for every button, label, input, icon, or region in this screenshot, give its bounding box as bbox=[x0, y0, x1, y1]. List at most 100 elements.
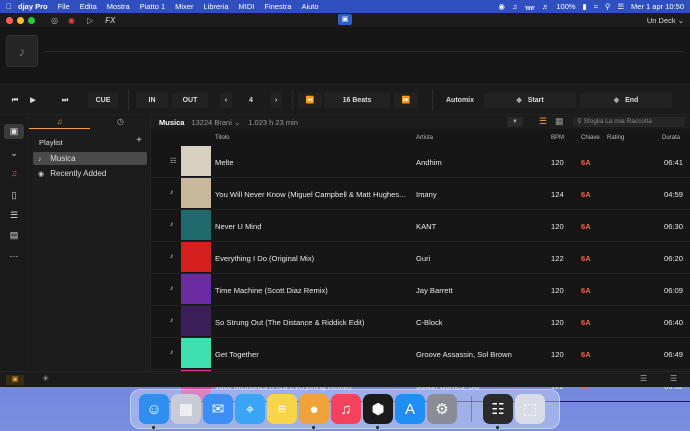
track-duration: 06:41 bbox=[664, 158, 684, 167]
column-artist[interactable]: Artista bbox=[416, 135, 433, 141]
finder-icon[interactable]: ☺ bbox=[139, 394, 169, 424]
logic-icon[interactable]: ⬢ bbox=[363, 394, 393, 424]
previous-track-icon[interactable]: ⏮ bbox=[8, 93, 22, 108]
battery-icon[interactable]: ▮ bbox=[583, 2, 587, 11]
grid-view-icon[interactable]: ▦ bbox=[555, 116, 564, 127]
cue-mix-icon[interactable]: ▷ bbox=[87, 16, 93, 25]
playlist-tabs: ♫ ◷ bbox=[29, 115, 151, 129]
track-row[interactable]: ♪ Time Machine (Scott Diaz Remix) Jay Barr… bbox=[151, 274, 690, 306]
trash-icon[interactable]: ⬚ bbox=[515, 394, 545, 424]
automix-start-button[interactable]: ◆ Start bbox=[484, 93, 576, 108]
column-key[interactable]: Chiave bbox=[581, 135, 600, 141]
zoom-window-button[interactable] bbox=[28, 16, 35, 24]
mixer-settings-icon[interactable]: ☰ bbox=[640, 374, 647, 383]
bottom-bar: ▣ ☀ ☰ ☰ bbox=[0, 371, 690, 387]
record-icon[interactable]: ◉ bbox=[68, 16, 75, 25]
screen-record-icon[interactable]: ◉ bbox=[498, 2, 505, 11]
document-preview-icon[interactable]: ☷ bbox=[483, 394, 513, 424]
apple-menu-icon[interactable]:  bbox=[6, 2, 18, 11]
track-title: Everything I Do (Original Mix) bbox=[215, 254, 315, 263]
collapse-icon[interactable]: ⌄ bbox=[4, 146, 24, 161]
mail-icon[interactable]: ✉ bbox=[203, 394, 233, 424]
add-playlist-button[interactable]: + bbox=[136, 135, 142, 146]
track-row[interactable]: ♪ So Strung Out (The Distance & Riddick E… bbox=[151, 306, 690, 338]
menu-item-mixer[interactable]: Mixer bbox=[175, 2, 193, 11]
tab-playlists-icon[interactable]: ♫ bbox=[29, 115, 90, 129]
cue-button[interactable]: CUE bbox=[88, 93, 118, 108]
track-row[interactable]: ♪ Never U Mind KANT 120 6A 06:30 bbox=[151, 210, 690, 242]
stack-icon[interactable]: ☰ bbox=[4, 208, 24, 223]
track-artwork bbox=[181, 242, 211, 272]
menu-item-library[interactable]: Libreria bbox=[204, 2, 229, 11]
menu-item-help[interactable]: Aiuto bbox=[301, 2, 318, 11]
end-marker-icon: ◆ bbox=[613, 97, 620, 104]
automix-end-button[interactable]: ◆ End bbox=[580, 93, 672, 108]
launchpad-icon[interactable]: ▦ bbox=[171, 394, 201, 424]
app-store-icon[interactable]: A bbox=[395, 394, 425, 424]
play-icon[interactable]: ▶ bbox=[26, 93, 40, 108]
next-track-icon[interactable]: ⏭ bbox=[58, 93, 72, 108]
notes-icon[interactable]: ≡ bbox=[267, 394, 297, 424]
search-icon[interactable]: ⚲ bbox=[605, 2, 611, 11]
column-title[interactable]: Titolo bbox=[215, 135, 229, 141]
track-row[interactable]: ♪ Get Together Groove Assassin, Sol Brown 1… bbox=[151, 338, 690, 370]
brightness-icon[interactable]: ☀ bbox=[42, 374, 49, 383]
waveform-area[interactable]: ♪ bbox=[0, 27, 690, 85]
track-row[interactable]: ♪ You Will Never Know (Miguel Campbell & … bbox=[151, 178, 690, 210]
list-view-icon[interactable]: ☰ bbox=[539, 116, 547, 127]
track-count[interactable]: 13224 Brani ⌄ bbox=[191, 118, 240, 127]
menu-item-edit[interactable]: Edita bbox=[80, 2, 97, 11]
beat-jump-forward-icon[interactable]: ⏩ bbox=[394, 93, 418, 108]
library-search-input[interactable]: ⚲ Sfoglia La mia Raccolta bbox=[573, 117, 685, 127]
menu-item-deck1[interactable]: Piatto 1 bbox=[140, 2, 165, 11]
device-icon[interactable]: ▯ bbox=[4, 188, 24, 203]
column-header: Titolo Artista BPM Chiave Rating Durata bbox=[151, 133, 690, 145]
loop-increase-icon[interactable]: › bbox=[270, 93, 282, 108]
library-toggle-icon[interactable]: ▣ bbox=[6, 375, 24, 385]
fx-button[interactable]: FX bbox=[105, 16, 115, 25]
more-icon[interactable]: ⋯ bbox=[4, 249, 24, 264]
track-bpm: 120 bbox=[551, 318, 564, 327]
track-title: Get Together bbox=[215, 350, 259, 359]
playlist-item-recently-added[interactable]: ◉ Recently Added bbox=[33, 167, 147, 180]
eq-settings-icon[interactable]: ☰ bbox=[670, 374, 677, 383]
layout-toggle-button[interactable]: ▣ bbox=[338, 14, 352, 25]
menu-item-app[interactable]: djay Pro bbox=[18, 2, 48, 11]
library-icon[interactable]: ▣ bbox=[4, 124, 24, 139]
track-row[interactable]: ☷ Melte Andhim 120 6A 06:41 bbox=[151, 146, 690, 178]
loop-in-button[interactable]: IN bbox=[136, 93, 168, 108]
clock[interactable]: Mer 1 apr 10:50 bbox=[631, 2, 684, 11]
beat-jump-size[interactable]: 16 Beats bbox=[324, 93, 390, 108]
loop-decrease-icon[interactable]: ‹ bbox=[220, 93, 232, 108]
column-duration[interactable]: Durata bbox=[662, 135, 680, 141]
playlist-item-musica[interactable]: ♪ Musica bbox=[33, 152, 147, 165]
system-settings-icon[interactable]: ⚙ bbox=[427, 394, 457, 424]
control-center-icon[interactable]: ☰ bbox=[617, 2, 624, 11]
menu-item-view[interactable]: Mostra bbox=[107, 2, 130, 11]
waveform-track bbox=[44, 51, 684, 52]
file-browser-icon[interactable]: ▤ bbox=[4, 228, 24, 243]
volume-icon[interactable]: ♬ bbox=[542, 2, 550, 11]
close-window-button[interactable] bbox=[6, 16, 13, 24]
headphones-icon[interactable]: ◎ bbox=[51, 16, 58, 25]
column-bpm[interactable]: BPM bbox=[551, 135, 564, 141]
track-row[interactable]: ♪ Everything I Do (Original Mix) Guri 122 6A… bbox=[151, 242, 690, 274]
minimize-window-button[interactable] bbox=[17, 16, 24, 24]
djay-icon[interactable]: ● bbox=[299, 394, 329, 424]
music-icon[interactable]: ♫ bbox=[331, 394, 361, 424]
loop-out-button[interactable]: OUT bbox=[172, 93, 208, 108]
menu-item-file[interactable]: File bbox=[58, 2, 70, 11]
beat-jump-back-icon[interactable]: ⏪ bbox=[298, 93, 322, 108]
menu-item-midi[interactable]: MIDI bbox=[239, 2, 255, 11]
menu-item-window[interactable]: Finestra bbox=[264, 2, 291, 11]
bluetooth-icon[interactable]: ᚅ bbox=[525, 2, 535, 11]
running-indicator bbox=[496, 426, 499, 429]
music-status-icon[interactable]: ♫ bbox=[512, 2, 518, 11]
tab-history-icon[interactable]: ◷ bbox=[90, 115, 151, 129]
wifi-icon[interactable]: ≈ bbox=[594, 2, 598, 11]
safari-icon[interactable]: ⌖ bbox=[235, 394, 265, 424]
column-rating[interactable]: Rating bbox=[607, 135, 624, 141]
filter-icon[interactable]: ▼ bbox=[507, 117, 523, 127]
deck-layout-select[interactable]: Un Deck ⌄ bbox=[647, 16, 684, 25]
apple-music-icon[interactable]: ♫ bbox=[4, 166, 24, 181]
